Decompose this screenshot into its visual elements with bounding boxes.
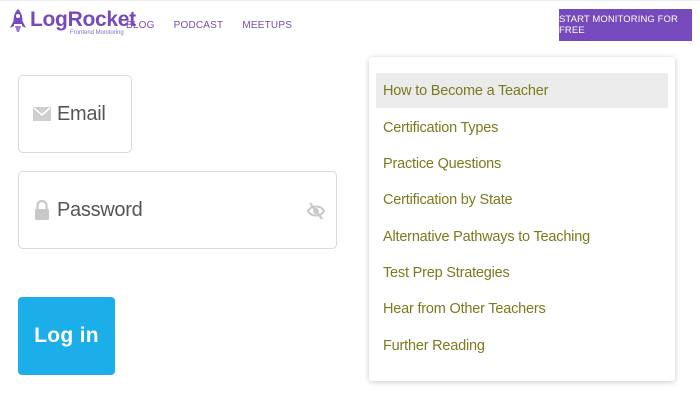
dropdown-menu: How to Become a Teacher Certification Ty… [369, 57, 675, 381]
logrocket-logo[interactable]: LogRocket Frontend Monitoring [8, 8, 136, 37]
password-placeholder: Password [57, 198, 143, 221]
top-divider [0, 0, 700, 1]
login-button[interactable]: Log in [18, 297, 115, 375]
password-field[interactable]: Password [18, 171, 337, 249]
menu-item-alternative-pathways[interactable]: Alternative Pathways to Teaching [376, 219, 668, 254]
logo-text: LogRocket Frontend Monitoring [30, 8, 136, 37]
start-monitoring-button[interactable]: START MONITORING FOR FREE [559, 9, 692, 41]
menu-item-further-reading[interactable]: Further Reading [376, 328, 668, 363]
lock-icon [33, 199, 51, 220]
eye-off-icon[interactable] [306, 200, 326, 222]
nav-link-blog[interactable]: BLOG [126, 20, 155, 31]
email-placeholder: Email [57, 102, 106, 125]
menu-item-test-prep-strategies[interactable]: Test Prep Strategies [376, 255, 668, 290]
menu-item-how-to-become-a-teacher[interactable]: How to Become a Teacher [376, 73, 668, 108]
menu-item-hear-from-other-teachers[interactable]: Hear from Other Teachers [376, 291, 668, 326]
menu-item-certification-by-state[interactable]: Certification by State [376, 182, 668, 217]
main-nav: BLOG PODCAST MEETUPS [126, 20, 292, 31]
nav-link-meetups[interactable]: MEETUPS [242, 20, 292, 31]
menu-item-practice-questions[interactable]: Practice Questions [376, 146, 668, 181]
site-header: LogRocket Frontend Monitoring BLOG PODCA… [0, 0, 700, 48]
envelope-icon [33, 104, 51, 124]
rocket-icon [10, 9, 26, 32]
email-field[interactable]: Email [18, 75, 132, 153]
menu-item-certification-types[interactable]: Certification Types [376, 110, 668, 145]
nav-link-podcast[interactable]: PODCAST [174, 20, 224, 31]
